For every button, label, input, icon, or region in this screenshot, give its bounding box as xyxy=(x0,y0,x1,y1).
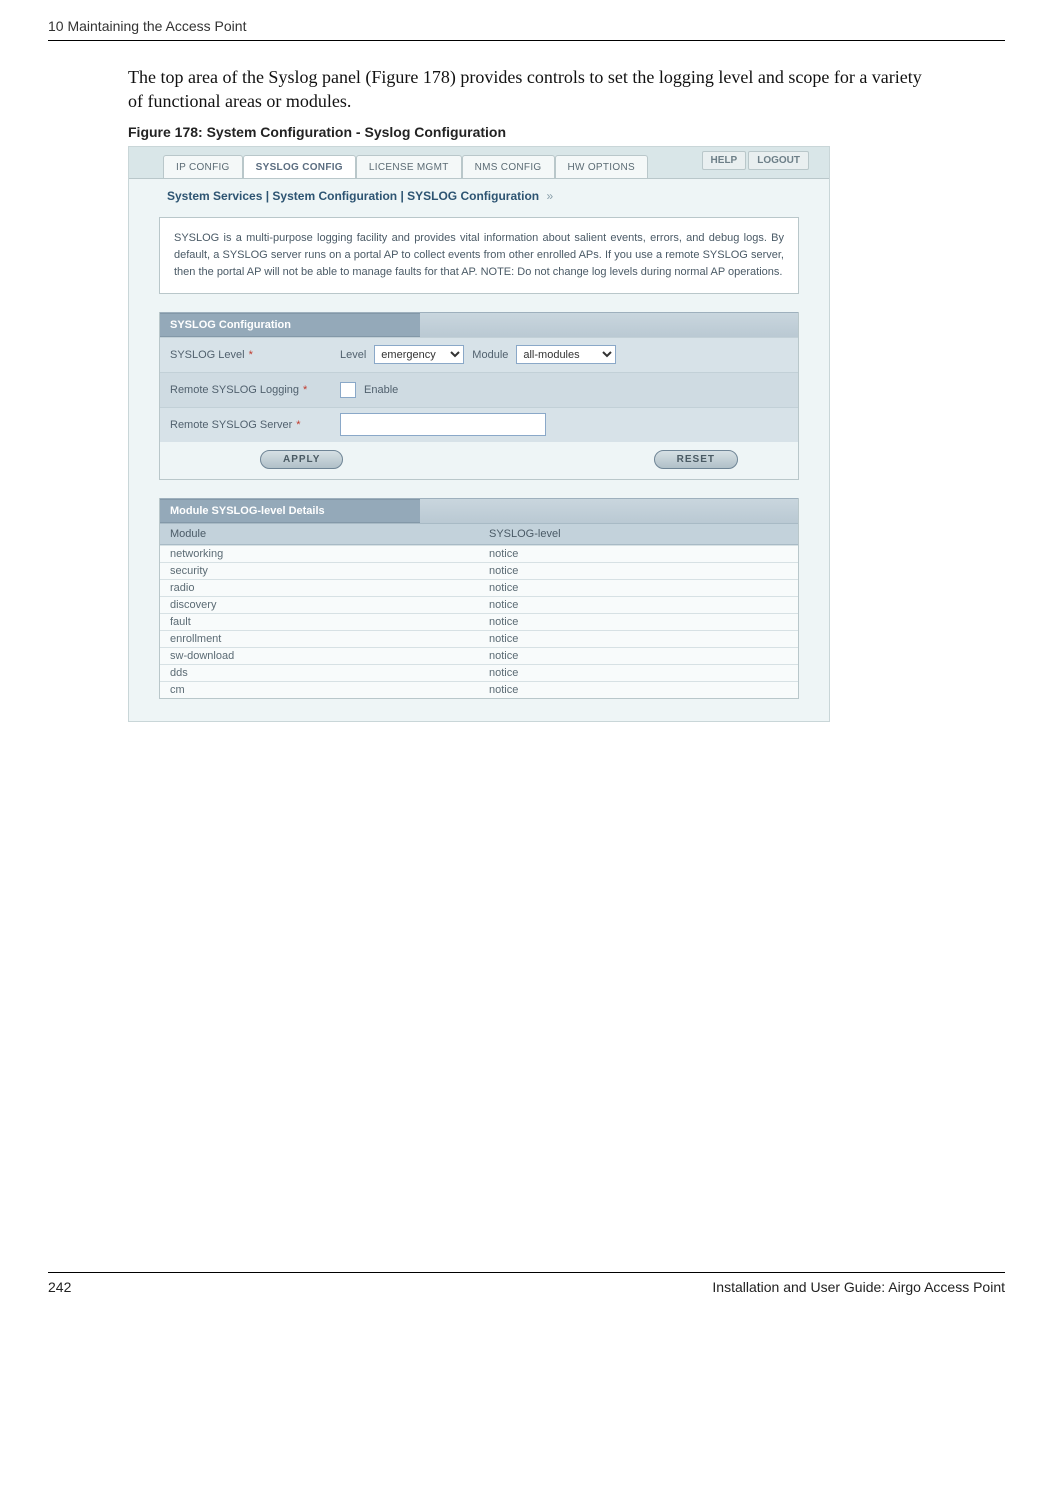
row-syslog-level: SYSLOG Level * Level emergency Module all… xyxy=(160,337,798,372)
table-row: security notice xyxy=(160,562,798,579)
logout-button[interactable]: LOGOUT xyxy=(748,151,809,170)
required-asterisk-icon: * xyxy=(296,419,300,431)
td-level: notice xyxy=(479,597,798,613)
td-level: notice xyxy=(479,631,798,647)
table-row: networking notice xyxy=(160,545,798,562)
label-remote-server: Remote SYSLOG Server xyxy=(170,419,292,431)
label-syslog-level: SYSLOG Level xyxy=(170,349,245,361)
row-remote-logging: Remote SYSLOG Logging * Enable xyxy=(160,372,798,407)
td-level: notice xyxy=(479,648,798,664)
label-level: Level xyxy=(340,349,366,361)
td-module: dds xyxy=(160,665,479,681)
td-level: notice xyxy=(479,614,798,630)
tab-ip-config[interactable]: IP CONFIG xyxy=(163,155,243,178)
table-row: enrollment notice xyxy=(160,630,798,647)
input-remote-server[interactable] xyxy=(340,413,546,436)
th-level: SYSLOG-level xyxy=(479,524,798,544)
tab-hw-options[interactable]: HW OPTIONS xyxy=(555,155,648,178)
td-module: radio xyxy=(160,580,479,596)
td-module: sw-download xyxy=(160,648,479,664)
label-module: Module xyxy=(472,349,508,361)
tab-license-mgmt[interactable]: LICENSE MGMT xyxy=(356,155,462,178)
required-asterisk-icon: * xyxy=(249,349,253,361)
page-header: 10 Maintaining the Access Point xyxy=(48,18,1005,41)
tab-syslog-config[interactable]: SYSLOG CONFIG xyxy=(243,155,356,178)
th-module: Module xyxy=(160,524,479,544)
table-row: fault notice xyxy=(160,613,798,630)
required-asterisk-icon: * xyxy=(303,384,307,396)
td-module: fault xyxy=(160,614,479,630)
checkbox-enable[interactable] xyxy=(340,382,356,398)
module-level-table: Module SYSLOG-level Details Module SYSLO… xyxy=(159,498,799,699)
td-module: enrollment xyxy=(160,631,479,647)
module-table-title: Module SYSLOG-level Details xyxy=(160,499,420,523)
reset-button[interactable]: RESET xyxy=(654,450,738,469)
breadcrumb-text: System Services | System Configuration |… xyxy=(167,189,539,203)
page-footer: 242 Installation and User Guide: Airgo A… xyxy=(48,1272,1005,1295)
label-enable: Enable xyxy=(364,384,398,396)
table-row: sw-download notice xyxy=(160,647,798,664)
td-level: notice xyxy=(479,682,798,698)
syslog-config-title: SYSLOG Configuration xyxy=(160,313,420,337)
breadcrumb-arrow-icon: » xyxy=(546,189,553,203)
body-paragraph: The top area of the Syslog panel (Figure… xyxy=(128,65,925,114)
button-row: APPLY RESET xyxy=(160,442,798,479)
screenshot-frame: IP CONFIG SYSLOG CONFIG LICENSE MGMT NMS… xyxy=(128,146,830,722)
select-module[interactable]: all-modules xyxy=(516,345,616,364)
breadcrumb: System Services | System Configuration |… xyxy=(129,179,829,217)
td-level: notice xyxy=(479,665,798,681)
td-level: notice xyxy=(479,563,798,579)
help-button[interactable]: HELP xyxy=(702,151,747,170)
table-row: cm notice xyxy=(160,681,798,698)
td-module: discovery xyxy=(160,597,479,613)
table-row: radio notice xyxy=(160,579,798,596)
td-level: notice xyxy=(479,546,798,562)
syslog-config-panel: SYSLOG Configuration SYSLOG Level * Level… xyxy=(159,312,799,480)
table-row: discovery notice xyxy=(160,596,798,613)
td-module: networking xyxy=(160,546,479,562)
td-module: cm xyxy=(160,682,479,698)
select-level[interactable]: emergency xyxy=(374,345,464,364)
tab-bar: IP CONFIG SYSLOG CONFIG LICENSE MGMT NMS… xyxy=(129,147,829,179)
label-remote-logging: Remote SYSLOG Logging xyxy=(170,384,299,396)
row-remote-server: Remote SYSLOG Server * xyxy=(160,407,798,442)
footer-title: Installation and User Guide: Airgo Acces… xyxy=(712,1279,1005,1295)
td-module: security xyxy=(160,563,479,579)
page-number: 242 xyxy=(48,1279,71,1295)
info-box: SYSLOG is a multi-purpose logging facili… xyxy=(159,217,799,294)
tab-nms-config[interactable]: NMS CONFIG xyxy=(462,155,555,178)
table-row: dds notice xyxy=(160,664,798,681)
td-level: notice xyxy=(479,580,798,596)
apply-button[interactable]: APPLY xyxy=(260,450,343,469)
figure-caption: Figure 178: System Configuration - Syslo… xyxy=(128,124,1005,140)
